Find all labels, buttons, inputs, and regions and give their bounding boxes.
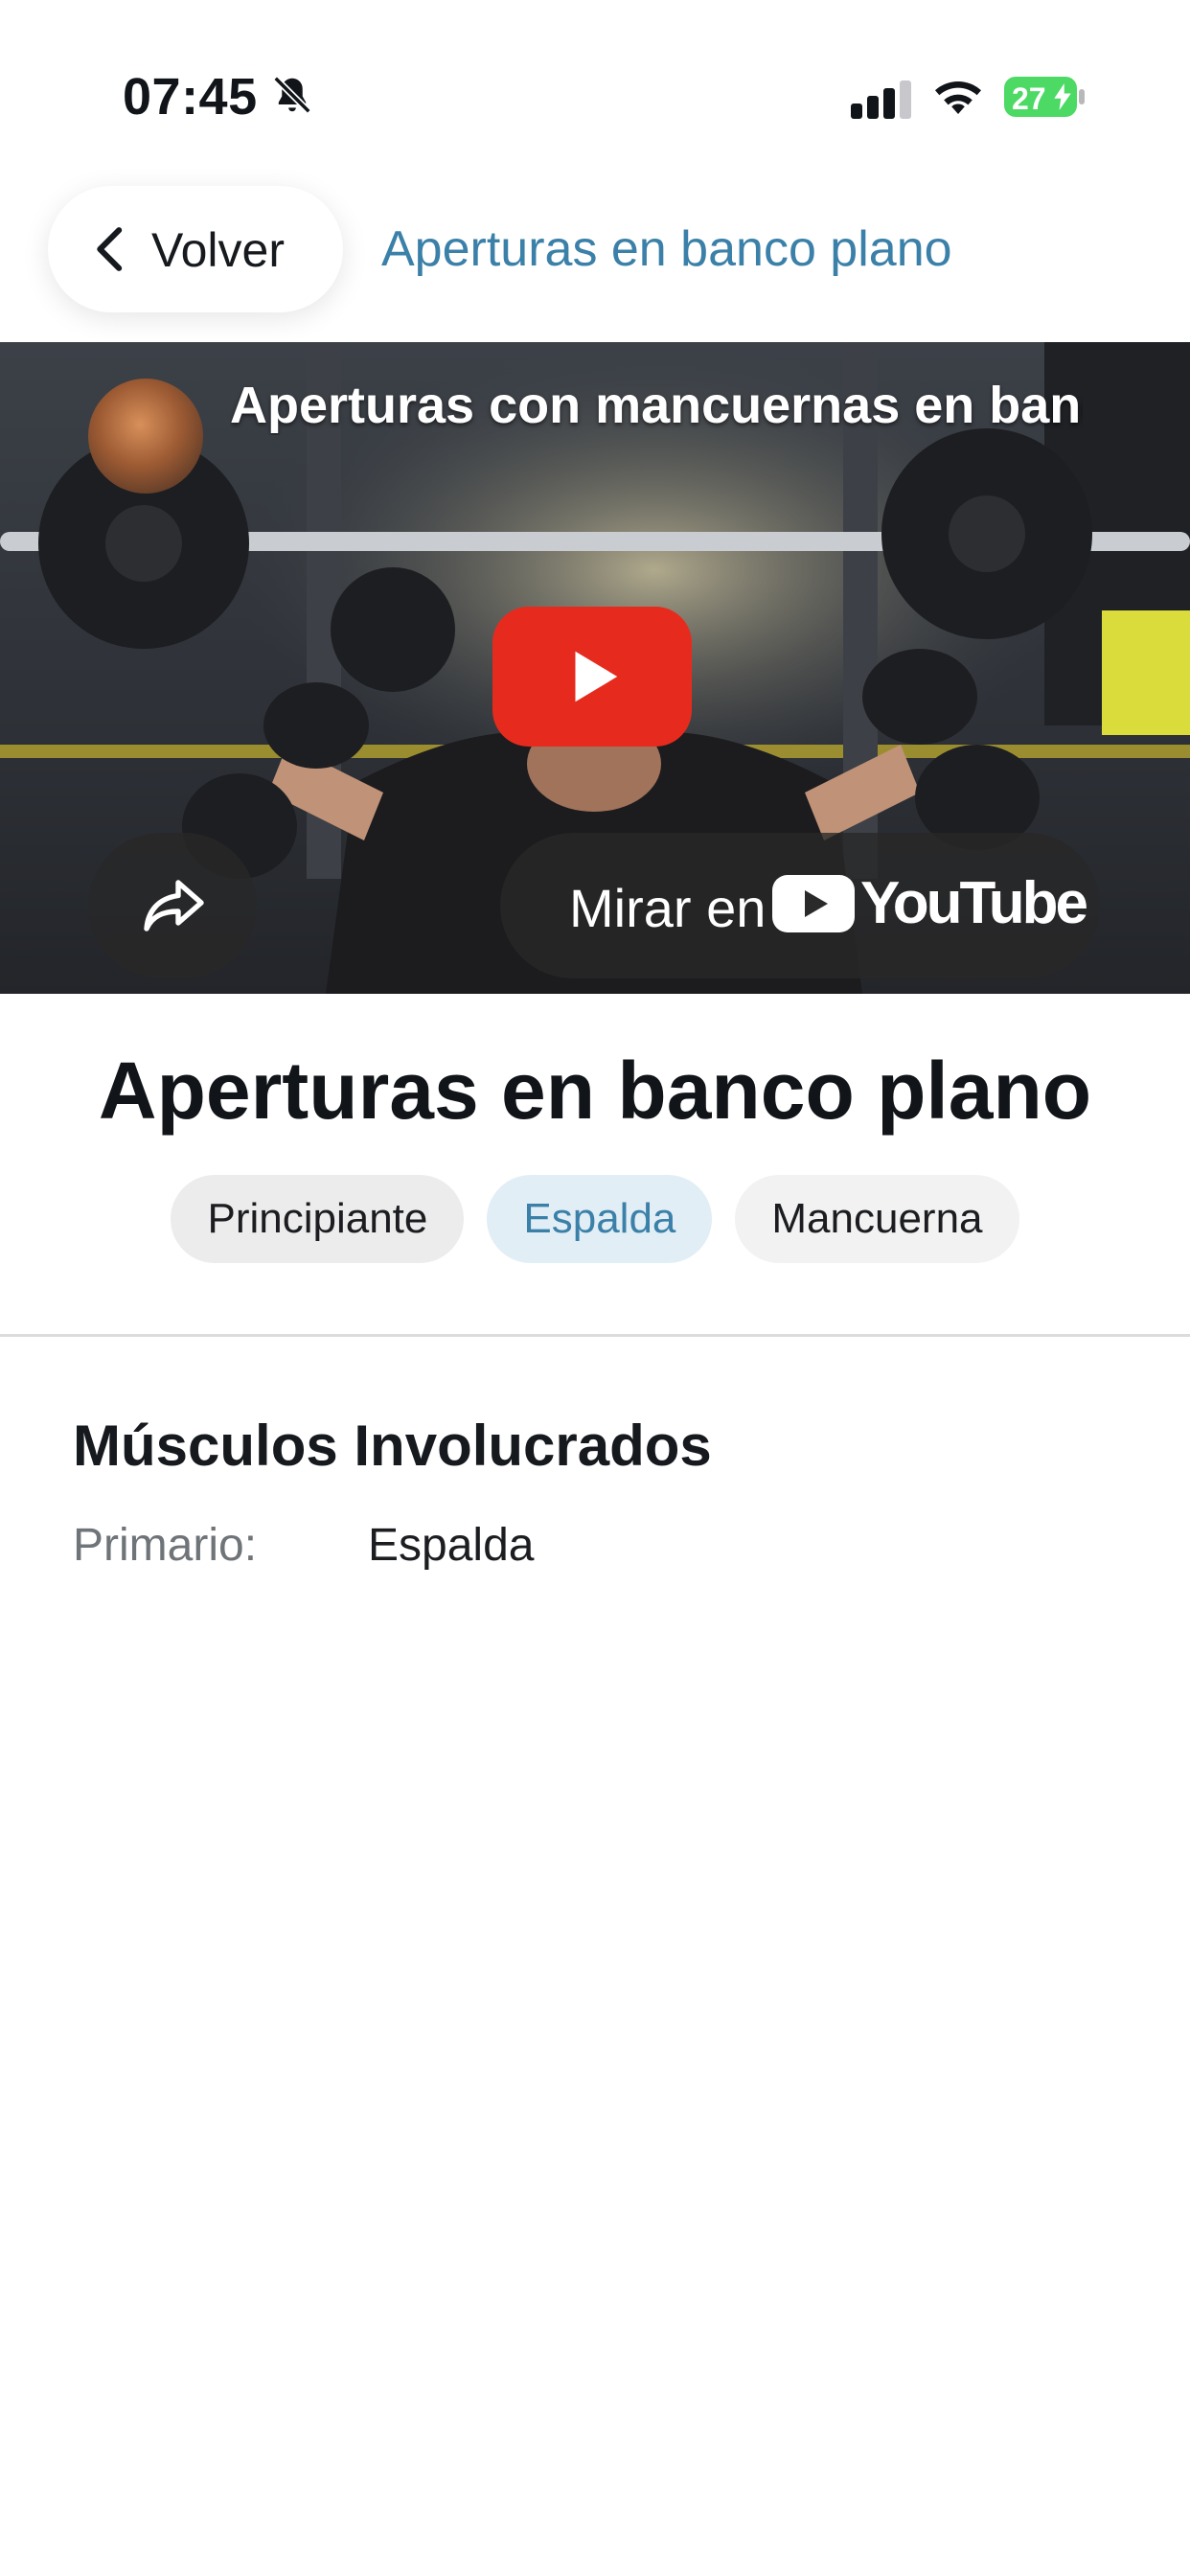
back-button-label: Volver <box>151 223 285 277</box>
watch-on-label: Mirar en <box>569 878 767 938</box>
bell-slash-icon <box>273 76 311 114</box>
share-arrow-icon <box>144 880 204 932</box>
chevron-left-icon <box>97 227 123 271</box>
youtube-logo-icon <box>772 875 855 932</box>
channel-avatar[interactable] <box>88 379 203 494</box>
nav-title: Aperturas en banco plano <box>381 221 952 277</box>
primary-muscle-label: Primario: <box>73 1520 258 1571</box>
youtube-wordmark: YouTube <box>860 870 1088 936</box>
share-button[interactable] <box>88 833 257 978</box>
signal-icon <box>851 80 911 119</box>
muscle-tag: Espalda <box>487 1175 713 1263</box>
play-icon <box>575 651 618 702</box>
video-title[interactable]: Aperturas con mancuernas en banco plano <box>230 376 1083 435</box>
video-player[interactable]: Aperturas con mancuernas en banco plano … <box>0 342 1190 994</box>
wifi-icon <box>935 81 981 114</box>
charging-bolt-icon <box>1054 83 1071 110</box>
exercise-title: Aperturas en banco plano <box>98 1046 1092 1136</box>
primary-muscle-value: Espalda <box>368 1520 535 1571</box>
battery-level: 27 <box>1012 81 1046 116</box>
muscles-section-title: Músculos Involucrados <box>73 1414 712 1478</box>
tag-list: Principiante Espalda Mancuerna <box>0 1175 1190 1263</box>
watch-on-youtube-button[interactable]: Mirar en YouTube <box>500 833 1100 978</box>
status-bar: 07:45 27 <box>0 0 1190 192</box>
equipment-tag: Mancuerna <box>735 1175 1019 1263</box>
battery-indicator: 27 <box>1004 77 1085 117</box>
level-tag: Principiante <box>171 1175 465 1263</box>
status-time: 07:45 <box>123 68 258 126</box>
play-button[interactable] <box>492 607 692 747</box>
section-divider <box>0 1334 1190 1337</box>
back-button[interactable]: Volver <box>48 186 343 312</box>
